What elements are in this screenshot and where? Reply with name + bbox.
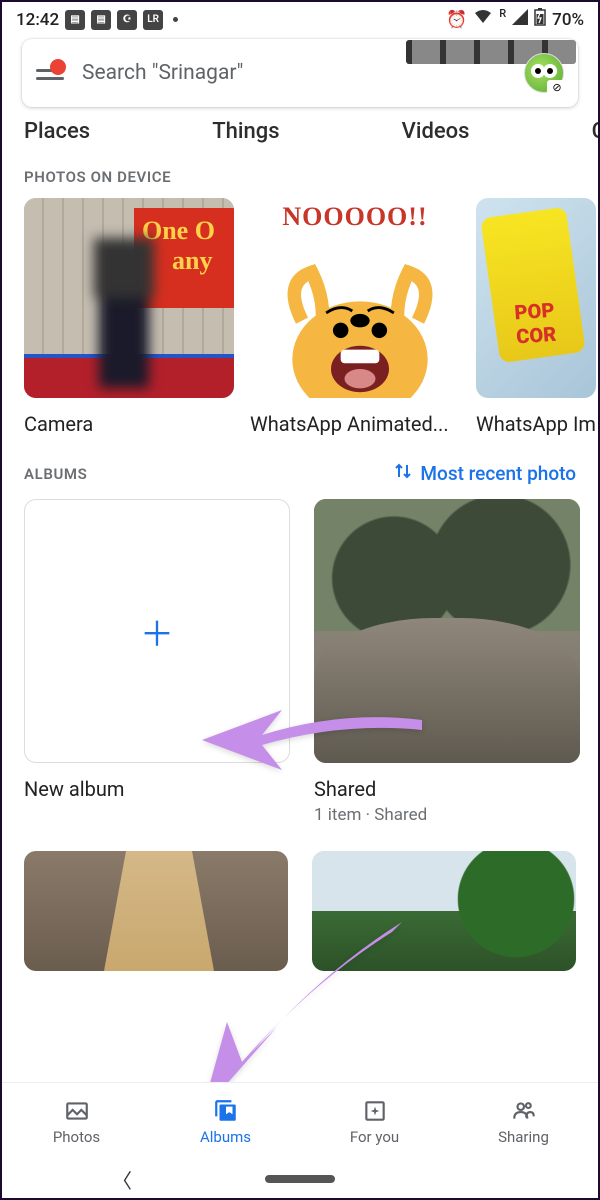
- battery-pct: 70%: [552, 10, 584, 30]
- sign-text: any: [172, 246, 212, 275]
- signal-icon: [512, 9, 528, 30]
- album-shared[interactable]: Shared 1 item · Shared: [314, 499, 580, 825]
- home-pill[interactable]: [265, 1175, 335, 1183]
- album-sublabel: 1 item · Shared: [314, 805, 580, 825]
- folder-label: WhatsApp Animated...: [250, 412, 460, 436]
- category-videos[interactable]: Videos: [402, 119, 470, 144]
- notif-prayer-icon: ☪: [117, 10, 137, 30]
- albums-icon: [213, 1098, 239, 1124]
- signal-roaming: R: [499, 7, 506, 20]
- nav-for-you[interactable]: For you: [300, 1083, 449, 1160]
- sort-button[interactable]: Most recent photo: [394, 462, 576, 485]
- bottom-nav: Photos Albums For you Sharing: [2, 1082, 598, 1160]
- device-folder-whatsapp-images[interactable]: POP COR WhatsApp Im: [476, 198, 596, 436]
- sort-icon: [394, 462, 412, 485]
- albums-grid-row2: [2, 825, 598, 971]
- nav-sharing[interactable]: Sharing: [449, 1083, 598, 1160]
- status-time: 12:42: [16, 10, 59, 30]
- nav-label: Sharing: [498, 1128, 549, 1146]
- system-nav: 〈: [2, 1160, 598, 1198]
- status-right: ⏰ R 70%: [446, 8, 584, 31]
- device-folder-whatsapp-animated[interactable]: NOOOOO!! WhatsApp Animated...: [250, 198, 460, 436]
- folder-label: WhatsApp Im: [476, 412, 596, 436]
- status-bar: 12:42 ▤ ▤ ☪ LR ⏰ R 70%: [2, 2, 598, 33]
- category-row[interactable]: Places Things Videos C: [2, 109, 598, 144]
- sharing-icon: [511, 1098, 537, 1124]
- device-folder-camera[interactable]: One Oany Camera: [24, 198, 234, 436]
- account-avatar[interactable]: ⊘: [524, 53, 564, 93]
- search-input[interactable]: Search "Srinagar": [82, 61, 506, 85]
- battery-icon: [534, 8, 546, 31]
- nav-photos[interactable]: Photos: [2, 1083, 151, 1160]
- category-places[interactable]: Places: [24, 119, 90, 144]
- notif-msg-icon: ▤: [91, 10, 111, 30]
- folder-label: Camera: [24, 412, 234, 436]
- notif-lr-icon: LR: [143, 10, 163, 30]
- category-things[interactable]: Things: [212, 119, 279, 144]
- menu-icon[interactable]: [36, 63, 64, 83]
- alarm-icon: ⏰: [446, 10, 467, 30]
- nav-label: Albums: [200, 1128, 251, 1146]
- albums-grid: ＋ New album Shared 1 item · Shared: [2, 499, 598, 825]
- category-more[interactable]: C: [592, 119, 598, 144]
- wifi-icon: [473, 9, 493, 30]
- album-item[interactable]: [312, 851, 576, 971]
- device-folders-row[interactable]: One Oany Camera NOOOOO!!: [2, 198, 598, 436]
- album-label: Shared: [314, 777, 580, 801]
- album-new[interactable]: ＋ New album: [24, 499, 290, 825]
- notif-msg-icon: ▤: [65, 10, 85, 30]
- section-photos-on-device: PHOTOS ON DEVICE: [2, 144, 598, 198]
- meme-text: NOOOOO!!: [250, 202, 460, 232]
- photos-icon: [64, 1098, 90, 1124]
- status-left: 12:42 ▤ ▤ ☪ LR: [16, 10, 178, 30]
- backup-off-icon: ⊘: [547, 80, 567, 94]
- album-label: New album: [24, 777, 290, 801]
- sort-label: Most recent photo: [420, 462, 576, 485]
- foryou-icon: [362, 1098, 388, 1124]
- section-albums: ALBUMS: [24, 465, 87, 483]
- back-button[interactable]: 〈: [112, 1165, 132, 1194]
- bag-text: POP COR: [514, 296, 583, 348]
- nav-albums[interactable]: Albums: [151, 1083, 300, 1160]
- notif-more-icon: [173, 17, 178, 22]
- nav-label: Photos: [53, 1128, 100, 1146]
- plus-icon: ＋: [140, 607, 174, 656]
- nav-label: For you: [350, 1128, 399, 1146]
- album-item[interactable]: [24, 851, 288, 971]
